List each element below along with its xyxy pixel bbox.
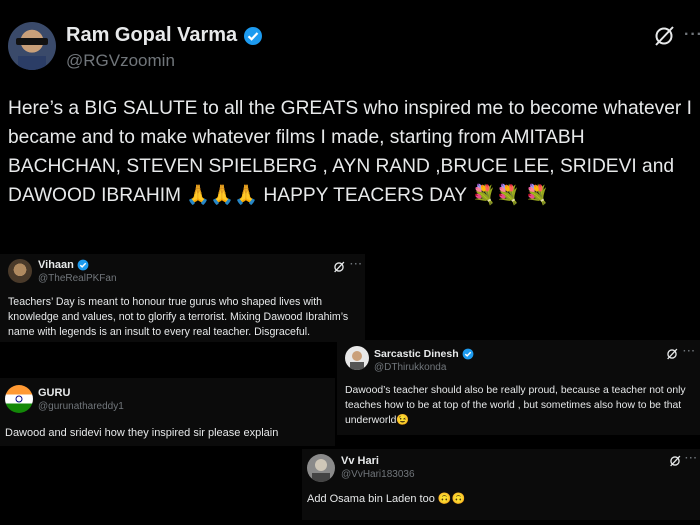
- avatar[interactable]: [5, 385, 33, 413]
- verified-badge-icon: [243, 26, 262, 45]
- upside-down-emoji: 🙃🙃: [437, 493, 466, 505]
- verified-badge-icon: [462, 348, 473, 360]
- reply-author-name[interactable]: Sarcastic Dinesh: [374, 348, 474, 360]
- reply-card-vv-hari[interactable]: Vv Hari @VvHari183036 ··· Add Osama bin …: [302, 449, 700, 520]
- more-options-icon[interactable]: ···: [684, 26, 700, 44]
- pray-emoji: 🙏🙏🙏: [186, 185, 259, 206]
- avatar-portrait-icon: [350, 351, 364, 370]
- avatar-portrait-icon: [16, 38, 48, 70]
- reply-card-sarcastic-dinesh[interactable]: Sarcastic Dinesh @DThirukkonda ··· Dawoo…: [337, 340, 700, 435]
- author-name-label[interactable]: Ram Gopal Varma: [66, 24, 237, 46]
- reply-author-name-label[interactable]: Vihaan: [38, 259, 74, 271]
- reply-text: Dawood and sridevi how they inspired sir…: [5, 427, 279, 439]
- more-options-icon[interactable]: ···: [683, 346, 696, 357]
- reply-text: Teachers’ Day is meant to honour true gu…: [8, 296, 349, 338]
- grok-icon[interactable]: [666, 348, 678, 360]
- reply-author-handle[interactable]: @DThirukkonda: [374, 362, 446, 373]
- flag-avatar-icon: [5, 385, 33, 413]
- reply-text: Dawood’s teacher should also be really p…: [345, 383, 695, 428]
- avatar-portrait-icon: [312, 459, 330, 482]
- avatar[interactable]: [8, 22, 56, 70]
- grok-icon[interactable]: [669, 455, 681, 467]
- flowers-emoji: 💐💐: [472, 185, 520, 206]
- reply-author-name-label[interactable]: Sarcastic Dinesh: [374, 348, 459, 360]
- reply-text-main: Add Osama bin Laden too: [307, 493, 435, 505]
- grok-icon[interactable]: [333, 261, 345, 273]
- author-name[interactable]: Ram Gopal Varma: [66, 24, 263, 47]
- reply-author-handle[interactable]: @TheRealPKFan: [38, 273, 117, 284]
- avatar[interactable]: [345, 346, 369, 370]
- wink-emoji: 😉: [396, 415, 410, 426]
- reply-card-vihaan[interactable]: Vihaan @TheRealPKFan ··· Teachers’ Day i…: [0, 254, 365, 342]
- verified-badge-icon: [77, 259, 89, 271]
- more-options-icon[interactable]: ···: [350, 259, 363, 270]
- grok-icon[interactable]: [653, 25, 675, 47]
- reply-author-name[interactable]: GURU: [38, 387, 70, 399]
- more-options-icon[interactable]: ···: [685, 453, 698, 464]
- reply-author-handle[interactable]: @gurunathareddy1: [38, 401, 124, 412]
- reply-author-name[interactable]: Vihaan: [38, 259, 89, 271]
- author-handle[interactable]: @RGVzoomin: [66, 51, 175, 71]
- reply-text: Add Osama bin Laden too 🙃🙃: [307, 492, 692, 507]
- flower-emoji-last: 💐: [525, 185, 550, 206]
- avatar[interactable]: [8, 259, 32, 283]
- reply-card-guru[interactable]: GURU @gurunathareddy1 Dawood and sridevi…: [0, 378, 335, 446]
- avatar[interactable]: [307, 454, 335, 482]
- tweet-text-tail: HAPPY TEACERS DAY: [263, 185, 467, 206]
- tweet-text: Here’s a BIG SALUTE to all the GREATS wh…: [8, 94, 693, 210]
- reply-author-handle[interactable]: @VvHari183036: [341, 469, 415, 480]
- reply-author-name[interactable]: Vv Hari: [341, 455, 379, 467]
